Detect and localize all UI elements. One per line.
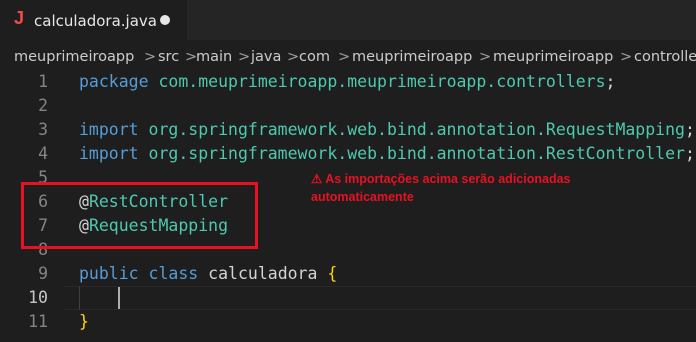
breadcrumb-item[interactable]: main [196,49,232,65]
highlight-box [21,182,258,249]
code-text: import org.springframework.web.bind.anno… [79,142,695,166]
indent-guide [79,286,80,310]
code-token: { [327,264,338,283]
breadcrumb-item[interactable]: meuprimeiroapp [352,49,472,65]
code-token: } [79,312,89,331]
code-line[interactable]: 1 package com.meuprimeiroapp.meuprimeiroa… [0,70,696,94]
unsaved-dot-icon[interactable] [160,15,170,25]
annotation-text-line1: As importações acima serão adicionadas [325,172,571,186]
tab-title: calculadora.java [34,12,157,30]
code-line[interactable]: 11} [0,310,696,334]
annotation-note: ⚠ As importações acima serão adicionadas… [311,170,611,206]
breadcrumb-item[interactable]: com [299,49,330,65]
line-number: 2 [38,96,48,115]
breadcrumb-separator: > [620,49,633,65]
code-token: RestController [545,144,685,163]
breadcrumb-item[interactable]: meuprimeiroapp [493,49,613,65]
code-token: ; [605,72,616,91]
code-token: com.meuprimeiroapp.meuprimeiroapp.contro… [158,72,606,91]
code-line[interactable]: 4 import org.springframework.web.bind.ann… [0,142,696,166]
breadcrumb-separator: > [144,49,157,65]
breadcrumb-item[interactable]: java [251,49,281,65]
code-token: ; [684,120,695,139]
code-text: import org.springframework.web.bind.anno… [79,118,695,142]
java-file-icon: J [14,8,25,28]
code-token: RequestMapping [545,120,685,139]
breadcrumb-separator: > [238,49,251,65]
tab-bar: J calculadora.java [0,0,696,40]
code-token: org.springframework.web.bind.annotation. [148,144,546,163]
code-line[interactable]: 2 [0,94,696,118]
annotation-text-line2: automaticamente [311,190,414,204]
line-number: 1 [38,72,48,91]
code-line[interactable]: 3 import org.springframework.web.bind.ann… [0,118,696,142]
code-token: package [79,72,149,91]
line-number: 3 [38,120,48,139]
code-line[interactable]: 10 [0,286,696,310]
code-token: ; [684,144,695,163]
code-text: } [79,310,89,334]
breadcrumb-item[interactable]: meuprimeiroapp [14,49,134,65]
breadcrumb-separator: > [479,49,492,65]
warning-icon: ⚠ [311,172,323,186]
code-line[interactable]: 9 public class calculadora { [0,262,696,286]
tab-calculadora-java[interactable]: J calculadora.java [0,0,187,40]
breadcrumb-item[interactable]: controlle [634,49,696,65]
breadcrumb: meuprimeiroapp > src > main > java > com > meuprim… [0,40,696,74]
code-token: public [79,264,139,283]
line-number: 9 [38,264,48,283]
code-text: public class calculadora { [79,262,337,286]
code-token: class [148,264,199,283]
code-token: import [79,144,139,163]
breadcrumb-item[interactable]: src [158,49,179,65]
code-text: package com.meuprimeiroapp.meuprimeiroap… [79,70,615,94]
breadcrumb-separator: > [287,49,300,65]
code-token: import [79,120,139,139]
line-number: 10 [28,288,48,307]
line-number: 11 [28,312,48,331]
code-token: calculadora [208,264,318,283]
breadcrumb-separator: > [338,49,351,65]
line-number: 4 [38,144,48,163]
code-token: org.springframework.web.bind.annotation. [148,120,546,139]
